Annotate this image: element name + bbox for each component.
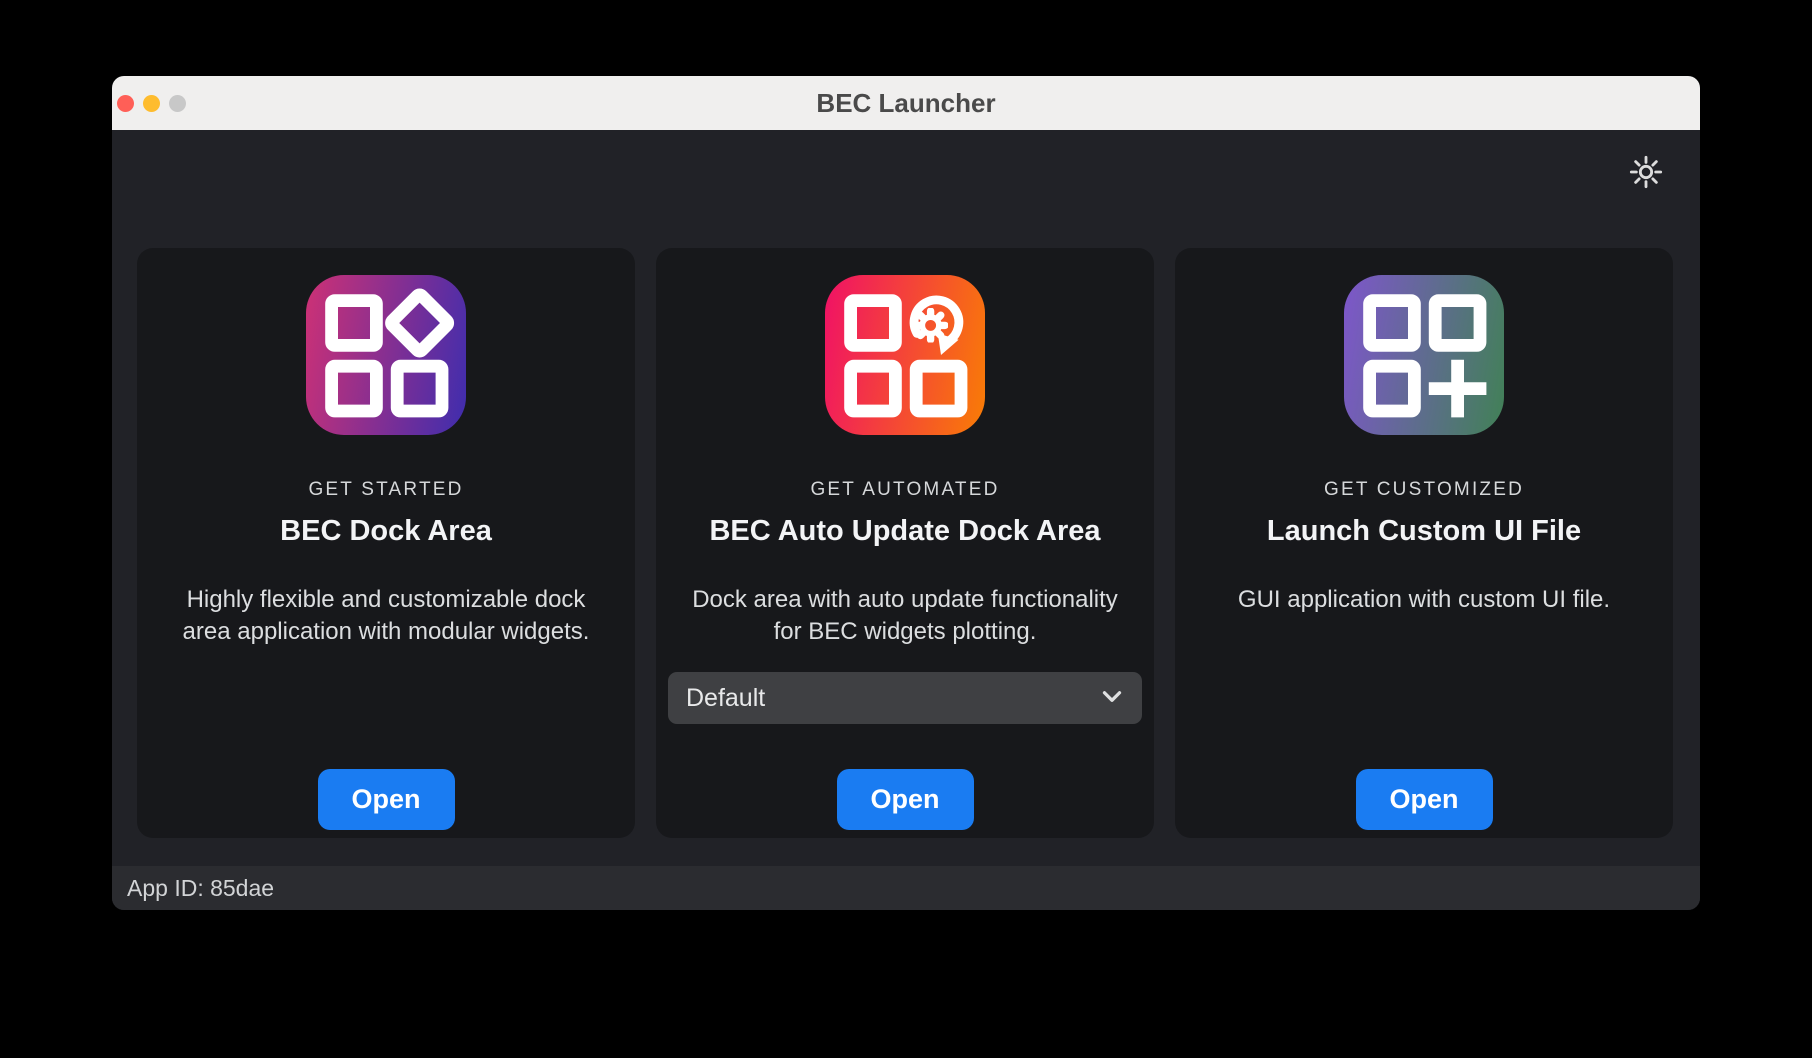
close-button[interactable]: [117, 95, 134, 112]
card-launch-custom-ui: GET CUSTOMIZED Launch Custom UI File GUI…: [1175, 248, 1673, 838]
custom-ui-icon: [1344, 275, 1504, 435]
launcher-cards: GET STARTED BEC Dock Area Highly flexibl…: [137, 248, 1673, 838]
dock-area-icon: [306, 275, 466, 435]
card-eyebrow: GET AUTOMATED: [810, 479, 999, 501]
card-bec-dock-area: GET STARTED BEC Dock Area Highly flexibl…: [137, 248, 635, 838]
open-auto-update-button[interactable]: Open: [837, 769, 974, 830]
open-dock-area-button[interactable]: Open: [318, 769, 455, 830]
card-description: Dock area with auto update functionality…: [673, 584, 1138, 648]
zoom-button[interactable]: [169, 95, 186, 112]
card-auto-update-dock-area: GET AUTOMATED BEC Auto Update Dock Area …: [656, 248, 1154, 838]
card-title: BEC Dock Area: [280, 515, 492, 548]
traffic-lights: [117, 76, 186, 130]
card-eyebrow: GET CUSTOMIZED: [1324, 479, 1524, 501]
window-title: BEC Launcher: [816, 88, 995, 119]
card-title: BEC Auto Update Dock Area: [709, 515, 1100, 548]
card-title: Launch Custom UI File: [1267, 515, 1581, 548]
chevron-down-icon: [1098, 682, 1126, 715]
titlebar: BEC Launcher: [112, 76, 1700, 130]
card-description: GUI application with custom UI file.: [1228, 584, 1620, 616]
bec-launcher-window: BEC Launcher: [112, 76, 1700, 910]
environment-select-value: Default: [686, 684, 765, 713]
environment-select[interactable]: Default: [668, 672, 1142, 724]
card-description: Highly flexible and customizable dock ar…: [154, 584, 619, 648]
app-id-text: App ID: 85dae: [127, 875, 274, 902]
card-eyebrow: GET STARTED: [308, 479, 463, 501]
theme-toggle-button[interactable]: [1625, 152, 1667, 194]
minimize-button[interactable]: [143, 95, 160, 112]
auto-update-icon: [825, 275, 985, 435]
open-custom-ui-button[interactable]: Open: [1356, 769, 1493, 830]
sun-icon: [1626, 152, 1666, 195]
window-content: GET STARTED BEC Dock Area Highly flexibl…: [112, 130, 1700, 910]
statusbar: App ID: 85dae: [112, 866, 1700, 910]
